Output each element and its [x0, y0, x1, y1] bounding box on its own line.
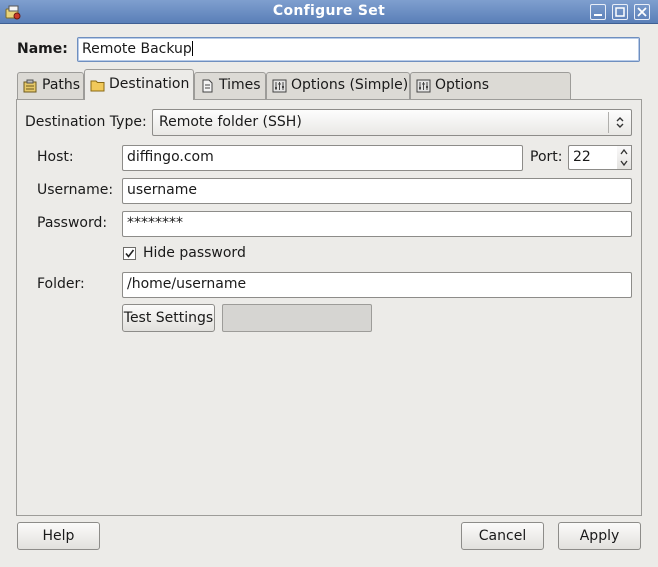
maximize-icon	[615, 7, 625, 17]
port-input[interactable]: 22	[568, 145, 618, 170]
text-caret	[191, 41, 193, 56]
maximize-button[interactable]	[612, 4, 628, 20]
cancel-button[interactable]: Cancel	[461, 522, 544, 550]
title-bar[interactable]: Configure Set	[0, 0, 658, 24]
minimize-button[interactable]	[590, 4, 606, 20]
port-decrement-button[interactable]	[617, 158, 631, 170]
password-input[interactable]: ********	[122, 211, 632, 237]
options-icon	[272, 79, 287, 93]
hide-password-label[interactable]: Hide password	[143, 245, 246, 261]
destination-type-value: Remote folder (SSH)	[159, 114, 302, 130]
folder-label: Folder:	[37, 276, 85, 292]
configure-set-window: Configure Set Name: Remote Backup Paths …	[0, 0, 658, 567]
test-settings-button[interactable]: Test Settings	[122, 304, 215, 332]
username-input[interactable]: username	[122, 178, 632, 204]
password-value: ********	[127, 215, 183, 231]
tab-destination[interactable]: Destination	[84, 69, 194, 100]
port-stepper[interactable]	[617, 145, 632, 170]
hide-password-checkbox[interactable]	[123, 247, 136, 260]
name-input[interactable]: Remote Backup	[77, 37, 640, 62]
port-label: Port:	[530, 149, 563, 165]
document-icon	[202, 79, 213, 93]
username-label: Username:	[37, 182, 114, 198]
name-value: Remote Backup	[82, 41, 192, 57]
name-label: Name:	[17, 41, 68, 57]
tab-times-label: Times	[219, 77, 261, 93]
tab-times[interactable]: Times	[194, 72, 266, 99]
combo-separator	[608, 112, 609, 133]
options-icon	[416, 79, 431, 93]
tab-options-advanced[interactable]: Options (Advanced)	[410, 72, 571, 118]
host-input[interactable]: diffingo.com	[122, 145, 523, 171]
chevron-up-icon	[620, 148, 628, 155]
clipboard-icon	[23, 79, 37, 93]
tab-options-simple-label: Options (Simple)	[291, 77, 409, 93]
help-button[interactable]: Help	[17, 522, 100, 550]
host-label: Host:	[37, 149, 74, 165]
host-value: diffingo.com	[127, 149, 214, 165]
username-value: username	[127, 182, 197, 198]
tab-destination-label: Destination	[109, 76, 190, 92]
destination-type-label: Destination Type:	[25, 114, 147, 130]
password-label: Password:	[37, 215, 108, 231]
apply-button[interactable]: Apply	[558, 522, 641, 550]
tab-options-simple[interactable]: Options (Simple)	[266, 72, 410, 99]
port-increment-button[interactable]	[617, 146, 631, 158]
minimize-icon	[594, 14, 602, 16]
folder-icon	[90, 80, 105, 92]
window-title: Configure Set	[272, 3, 386, 19]
tab-paths-label: Paths	[42, 77, 81, 93]
close-button[interactable]	[634, 4, 650, 20]
close-icon	[637, 7, 647, 17]
updown-arrows-icon	[616, 117, 624, 128]
folder-input[interactable]: /home/username	[122, 272, 632, 298]
test-status-box	[222, 304, 372, 332]
chevron-down-icon	[620, 160, 628, 167]
destination-type-select[interactable]: Remote folder (SSH)	[152, 109, 632, 136]
tab-paths[interactable]: Paths	[17, 72, 84, 99]
folder-value: /home/username	[127, 276, 247, 292]
port-value: 22	[573, 149, 591, 165]
checkmark-icon	[125, 249, 135, 258]
